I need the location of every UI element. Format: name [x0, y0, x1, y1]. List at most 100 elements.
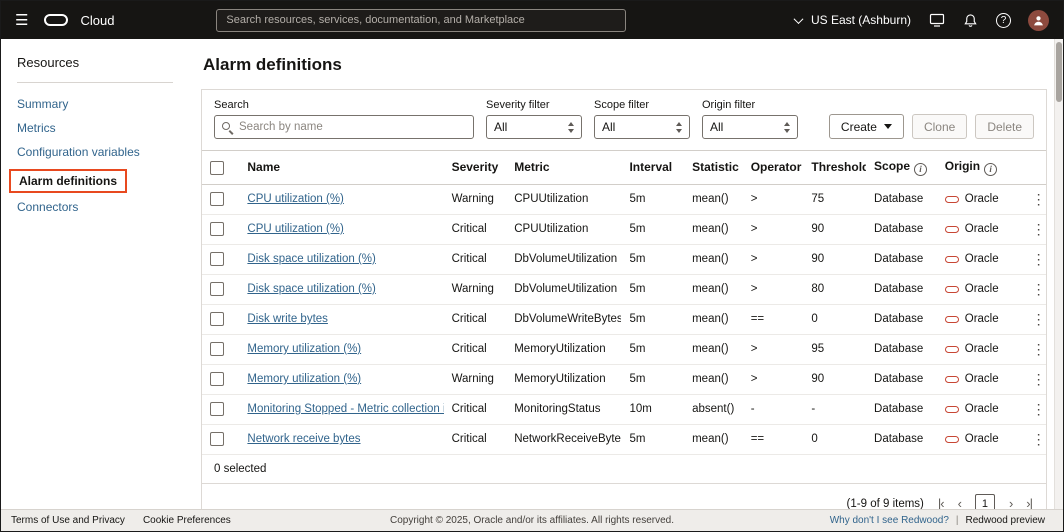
row-checkbox[interactable]	[210, 252, 224, 266]
origin-cell: Oracle	[964, 253, 999, 265]
clone-button[interactable]: Clone	[911, 114, 968, 139]
create-button[interactable]: Create	[828, 114, 904, 139]
alarm-name-link[interactable]: Disk space utilization (%)	[247, 253, 375, 265]
interval-cell: 5m	[621, 244, 685, 275]
terms-link[interactable]: Terms of Use and Privacy	[11, 515, 125, 526]
select-all-checkbox[interactable]	[210, 160, 224, 175]
row-actions-kebab-icon[interactable]: ⋮	[1028, 221, 1046, 237]
severity-cell: Critical	[443, 394, 507, 425]
scope-cell: Database	[866, 394, 937, 425]
threshold-cell: 90	[803, 214, 867, 245]
row-checkbox[interactable]	[210, 192, 224, 206]
alarm-name-link[interactable]: CPU utilization (%)	[247, 193, 344, 205]
table-row: Memory utilization (%) Warning MemoryUti…	[202, 364, 1046, 395]
row-actions-kebab-icon[interactable]: ⋮	[1028, 401, 1046, 417]
table-row: Disk space utilization (%) Critical DbVo…	[202, 244, 1046, 275]
operator-cell: ==	[742, 304, 804, 335]
table-row: CPU utilization (%) Warning CPUUtilizati…	[202, 184, 1046, 215]
alarm-name-link[interactable]: Memory utilization (%)	[247, 373, 361, 385]
origin-filter-label: Origin filter	[702, 99, 756, 111]
origin-info-icon[interactable]: i	[984, 162, 998, 176]
user-avatar[interactable]	[1028, 9, 1049, 31]
row-actions-kebab-icon[interactable]: ⋮	[1028, 341, 1046, 357]
operator-cell: ==	[742, 424, 804, 455]
severity-cell: Critical	[443, 334, 507, 365]
operator-cell: >	[742, 214, 804, 245]
page-body: Resources Summary Metrics Configuration …	[1, 39, 1063, 531]
sidebar-item-configuration-variables[interactable]: Configuration variables	[17, 145, 173, 159]
alarm-name-link[interactable]: Disk space utilization (%)	[247, 283, 375, 295]
operator-cell: >	[742, 274, 804, 305]
scope-cell: Database	[866, 364, 937, 395]
row-actions-kebab-icon[interactable]: ⋮	[1028, 281, 1046, 297]
row-checkbox[interactable]	[210, 432, 224, 446]
row-actions-kebab-icon[interactable]: ⋮	[1028, 191, 1046, 207]
oracle-origin-icon	[944, 315, 959, 323]
vertical-scrollbar[interactable]	[1054, 39, 1063, 509]
alarm-name-link[interactable]: Monitoring Stopped - Metric collection i…	[247, 403, 443, 415]
help-icon[interactable]: ?	[996, 12, 1011, 28]
metric-cell: CPUUtilization	[506, 214, 622, 245]
operator-cell: >	[742, 364, 804, 395]
header-severity: Severity	[443, 150, 507, 185]
global-search-input[interactable]	[216, 8, 627, 32]
search-by-name-input[interactable]	[214, 115, 474, 139]
notifications-bell-icon[interactable]	[962, 12, 979, 29]
scope-filter-select[interactable]: All	[594, 115, 690, 139]
metric-cell: CPUUtilization	[506, 184, 622, 215]
region-selector[interactable]: US East (Ashburn)	[811, 13, 911, 27]
sidebar-item-metrics[interactable]: Metrics	[17, 121, 173, 135]
threshold-cell: 90	[803, 364, 867, 395]
sidebar-item-summary[interactable]: Summary	[17, 97, 173, 111]
region-chevron-down-icon[interactable]	[793, 13, 804, 24]
footer: Copyright © 2025, Oracle and/or its affi…	[1, 509, 1063, 531]
redwood-question-link[interactable]: Why don't I see Redwood?	[830, 515, 949, 526]
row-checkbox[interactable]	[210, 282, 224, 296]
row-checkbox[interactable]	[210, 342, 224, 356]
row-actions-kebab-icon[interactable]: ⋮	[1028, 251, 1046, 267]
row-checkbox[interactable]	[210, 372, 224, 386]
alarm-table-body: CPU utilization (%) Warning CPUUtilizati…	[202, 184, 1046, 455]
origin-cell: Oracle	[964, 193, 999, 205]
alarm-name-link[interactable]: Network receive bytes	[247, 433, 360, 445]
scope-info-icon[interactable]: i	[914, 162, 928, 176]
global-search	[216, 8, 627, 32]
header-operator: Operator	[742, 150, 804, 185]
severity-filter-select[interactable]: All	[486, 115, 582, 139]
redwood-preview-label: Redwood preview	[965, 515, 1046, 526]
pagination-range: (1-9 of 9 items)	[846, 497, 924, 510]
alarm-name-link[interactable]: Disk write bytes	[247, 313, 328, 325]
header-name: Name	[239, 150, 444, 185]
topbar: ☰ Cloud US East (Ashburn) ?	[1, 1, 1063, 39]
statistic-cell: mean()	[684, 424, 743, 455]
sidebar-item-alarm-definitions[interactable]: Alarm definitions	[9, 169, 128, 193]
table-row: Network receive bytes Critical NetworkRe…	[202, 424, 1046, 455]
sidebar-item-connectors[interactable]: Connectors	[17, 200, 173, 214]
row-actions-kebab-icon[interactable]: ⋮	[1028, 431, 1046, 447]
cloud-shell-icon[interactable]	[928, 12, 945, 29]
metric-cell: MemoryUtilization	[506, 334, 622, 365]
threshold-cell: -	[803, 394, 867, 425]
row-checkbox[interactable]	[210, 312, 224, 326]
row-actions-kebab-icon[interactable]: ⋮	[1028, 371, 1046, 387]
interval-cell: 5m	[621, 214, 685, 245]
table-row: Monitoring Stopped - Metric collection i…	[202, 394, 1046, 425]
row-checkbox[interactable]	[210, 222, 224, 236]
origin-filter-select[interactable]: All	[702, 115, 798, 139]
threshold-cell: 75	[803, 184, 867, 215]
cookie-preferences-link[interactable]: Cookie Preferences	[143, 515, 231, 526]
scrollbar-thumb[interactable]	[1056, 42, 1062, 102]
search-icon	[222, 122, 230, 130]
origin-cell: Oracle	[964, 403, 999, 415]
hamburger-menu-icon[interactable]: ☰	[15, 13, 28, 28]
row-checkbox[interactable]	[210, 402, 224, 416]
threshold-cell: 90	[803, 244, 867, 275]
interval-cell: 10m	[621, 394, 685, 425]
alarm-name-link[interactable]: CPU utilization (%)	[247, 223, 344, 235]
delete-button[interactable]: Delete	[975, 114, 1034, 139]
threshold-cell: 80	[803, 274, 867, 305]
oracle-origin-icon	[944, 345, 959, 353]
origin-cell: Oracle	[964, 373, 999, 385]
alarm-name-link[interactable]: Memory utilization (%)	[247, 343, 361, 355]
row-actions-kebab-icon[interactable]: ⋮	[1028, 311, 1046, 327]
